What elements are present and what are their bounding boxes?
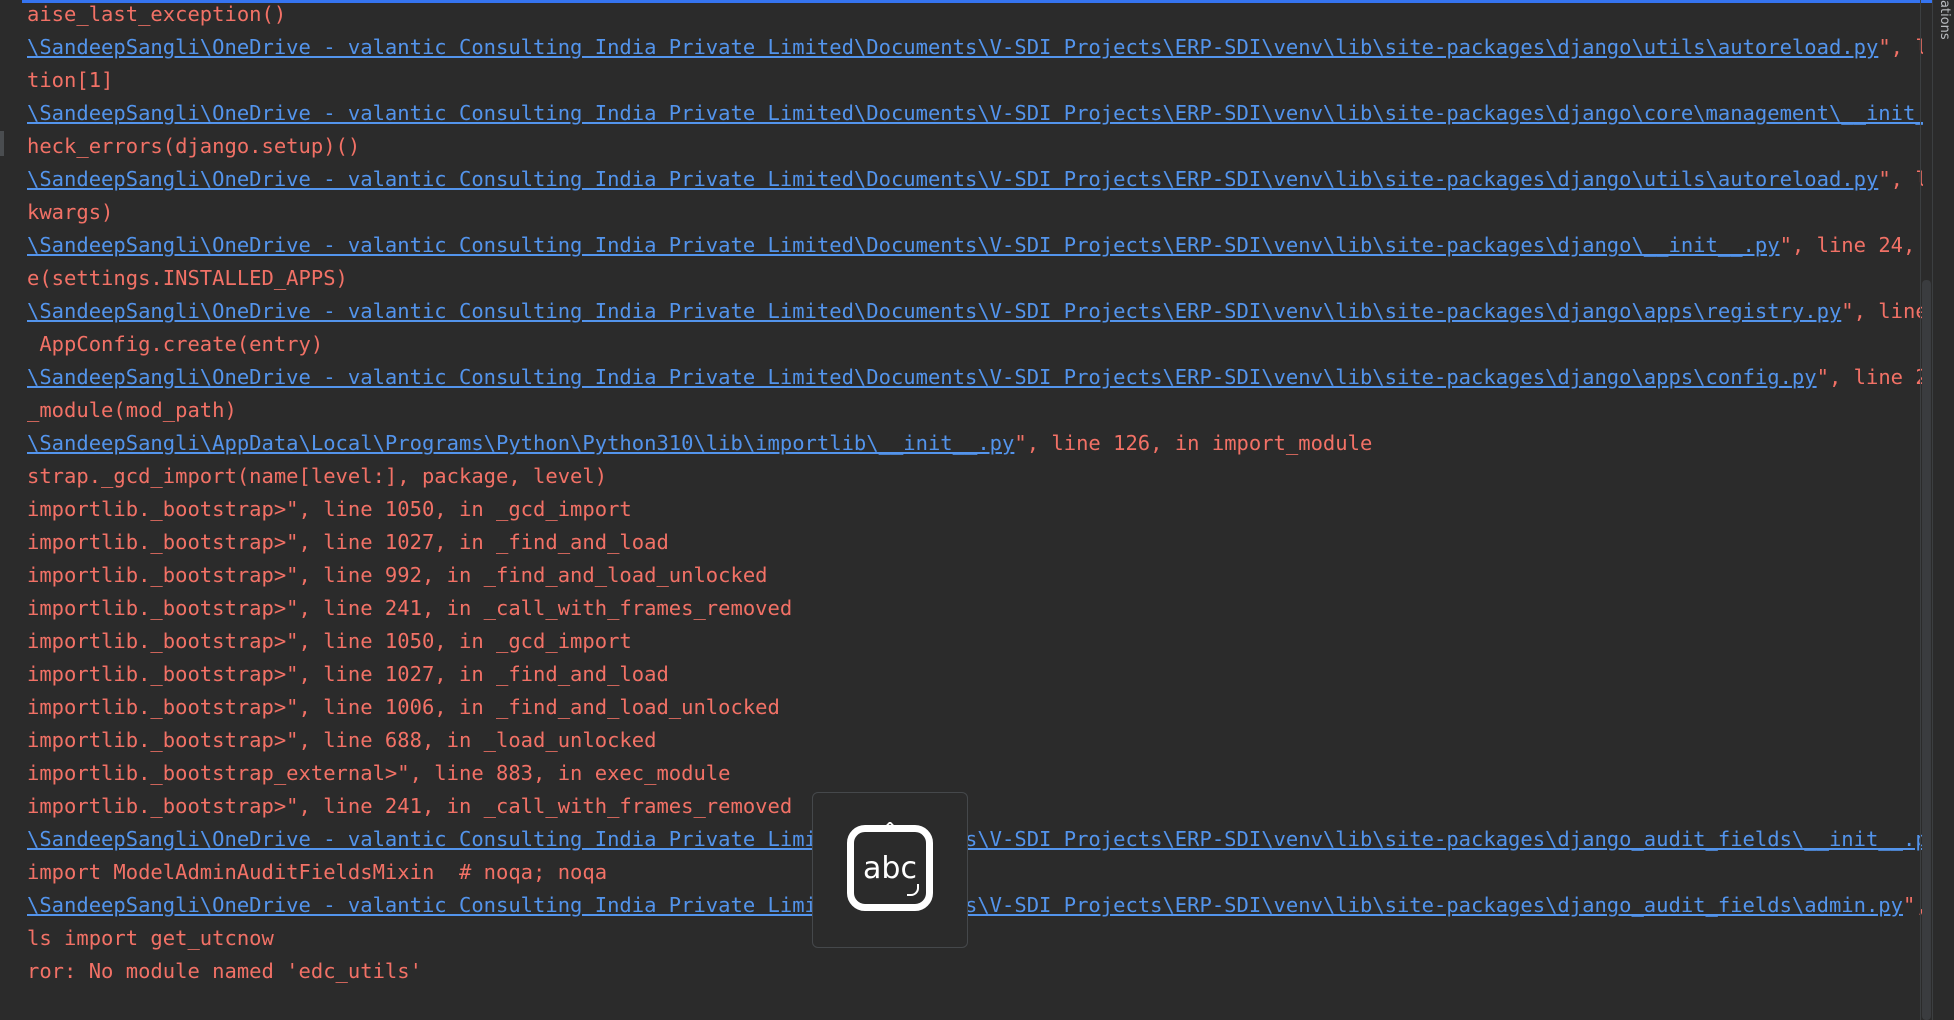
console-line: \SandeepSangli\OneDrive - valantic Consu… (27, 823, 1923, 856)
console-line: importlib._bootstrap>", line 241, in _ca… (27, 592, 1923, 625)
console-line: kwargs) (27, 196, 1923, 229)
error-text: tion[1] (27, 68, 114, 92)
console-line: import ModelAdminAuditFieldsMixin # noqa… (27, 856, 1923, 889)
error-text: ", line 24, in se (1779, 233, 1916, 257)
error-text: kwargs) (27, 200, 114, 224)
error-text: importlib._bootstrap_external>", line 88… (27, 761, 731, 785)
error-text: ror: No module named 'edc_utils' (27, 959, 422, 983)
console-line: aise_last_exception() (27, 0, 1923, 31)
console-line: _module(mod_path) (27, 394, 1923, 427)
error-text: ls import get_utcnow (27, 926, 274, 950)
editor-gutter (0, 0, 22, 1020)
file-path-link[interactable]: \SandeepSangli\OneDrive - valantic Consu… (27, 827, 1923, 851)
console-line: \SandeepSangli\OneDrive - valantic Consu… (27, 361, 1923, 394)
caret-up-icon: ^ (881, 818, 899, 842)
console-line: \SandeepSangli\OneDrive - valantic Consu… (27, 295, 1923, 328)
console-line: \SandeepSangli\OneDrive - valantic Consu… (27, 889, 1923, 922)
error-text: importlib._bootstrap>", line 241, in _ca… (27, 596, 793, 620)
console-line: \SandeepSangli\OneDrive - valantic Consu… (27, 31, 1923, 64)
console-line: importlib._bootstrap>", line 688, in _lo… (27, 724, 1923, 757)
error-text: ", line 91, (1841, 299, 1923, 323)
console-line: \SandeepSangli\OneDrive - valantic Consu… (27, 163, 1923, 196)
console-line: ror: No module named 'edc_utils' (27, 955, 1923, 988)
error-text: importlib._bootstrap>", line 1050, in _g… (27, 629, 632, 653)
console-line: \SandeepSangli\OneDrive - valantic Consu… (27, 229, 1923, 262)
console-line: strap._gcd_import(name[level:], package,… (27, 460, 1923, 493)
console-line: importlib._bootstrap_external>", line 88… (27, 757, 1923, 790)
error-text: importlib._bootstrap>", line 1050, in _g… (27, 497, 632, 521)
error-text: AppConfig.create(entry) (27, 332, 324, 356)
error-text: e(settings.INSTALLED_APPS) (27, 266, 348, 290)
error-text: aise_last_exception() (27, 2, 287, 26)
file-path-link[interactable]: \SandeepSangli\OneDrive - valantic Consu… (27, 233, 1780, 257)
error-text: importlib._bootstrap>", line 241, in _ca… (27, 794, 793, 818)
error-text: ", line 126, in import_module (1014, 431, 1373, 455)
keyboard-input-mode-icon: ^ abc (847, 818, 933, 911)
file-path-link[interactable]: \SandeepSangli\OneDrive - valantic Consu… (27, 101, 1923, 125)
file-path-link[interactable]: \SandeepSangli\AppData\Local\Programs\Py… (27, 431, 1014, 455)
file-path-link[interactable]: \SandeepSangli\OneDrive - valantic Consu… (27, 35, 1878, 59)
error-text: importlib._bootstrap>", line 1027, in _f… (27, 530, 669, 554)
console-line: ls import get_utcnow (27, 922, 1923, 955)
console-line: \SandeepSangli\AppData\Local\Programs\Py… (27, 427, 1923, 460)
error-text: importlib._bootstrap>", line 1006, in _f… (27, 695, 780, 719)
console-line: \SandeepSangli\OneDrive - valantic Consu… (27, 97, 1923, 130)
console-line: importlib._bootstrap>", line 1027, in _f… (27, 658, 1923, 691)
console-line: heck_errors(django.setup)() (27, 130, 1923, 163)
error-text: importlib._bootstrap>", line 688, in _lo… (27, 728, 657, 752)
error-text: import ModelAdminAuditFieldsMixin # noqa… (27, 860, 608, 884)
scrollbar-thumb[interactable] (1922, 280, 1931, 1020)
side-tool-tab[interactable]: ations (1934, 0, 1952, 60)
console-line: tion[1] (27, 64, 1923, 97)
file-path-link[interactable]: \SandeepSangli\OneDrive - valantic Consu… (27, 365, 1817, 389)
console-output[interactable]: aise_last_exception() \SandeepSangli\OneD… (27, 0, 1923, 1018)
gutter-marker (0, 131, 4, 156)
console-line: importlib._bootstrap>", line 1050, in _g… (27, 625, 1923, 658)
console-line: importlib._bootstrap>", line 241, in _ca… (27, 790, 1923, 823)
right-tool-window-strip (1932, 0, 1954, 1020)
error-text: ", line 8 (1878, 35, 1923, 59)
console-line: e(settings.INSTALLED_APPS) (27, 262, 1923, 295)
error-text: ", line 213, i (1816, 365, 1923, 389)
console-line: importlib._bootstrap>", line 1006, in _f… (27, 691, 1923, 724)
error-text: strap._gcd_import(name[level:], package,… (27, 464, 608, 488)
console-line: importlib._bootstrap>", line 1027, in _f… (27, 526, 1923, 559)
input-mode-label: abc (863, 851, 917, 886)
error-text: ", line 6 (1878, 167, 1923, 191)
console-line: importlib._bootstrap>", line 992, in _fi… (27, 559, 1923, 592)
console-line: AppConfig.create(entry) (27, 328, 1923, 361)
console-line: importlib._bootstrap>", line 1050, in _g… (27, 493, 1923, 526)
file-path-link[interactable]: \SandeepSangli\OneDrive - valantic Consu… (27, 167, 1878, 191)
icon-tail (907, 884, 919, 896)
error-text: importlib._bootstrap>", line 992, in _fi… (27, 563, 768, 587)
scrollbar-track (1920, 0, 1921, 1020)
input-method-popup: ^ abc (812, 792, 968, 948)
error-text: importlib._bootstrap>", line 1027, in _f… (27, 662, 669, 686)
error-text: heck_errors(django.setup)() (27, 134, 361, 158)
error-text: _module(mod_path) (27, 398, 237, 422)
file-path-link[interactable]: \SandeepSangli\OneDrive - valantic Consu… (27, 299, 1841, 323)
